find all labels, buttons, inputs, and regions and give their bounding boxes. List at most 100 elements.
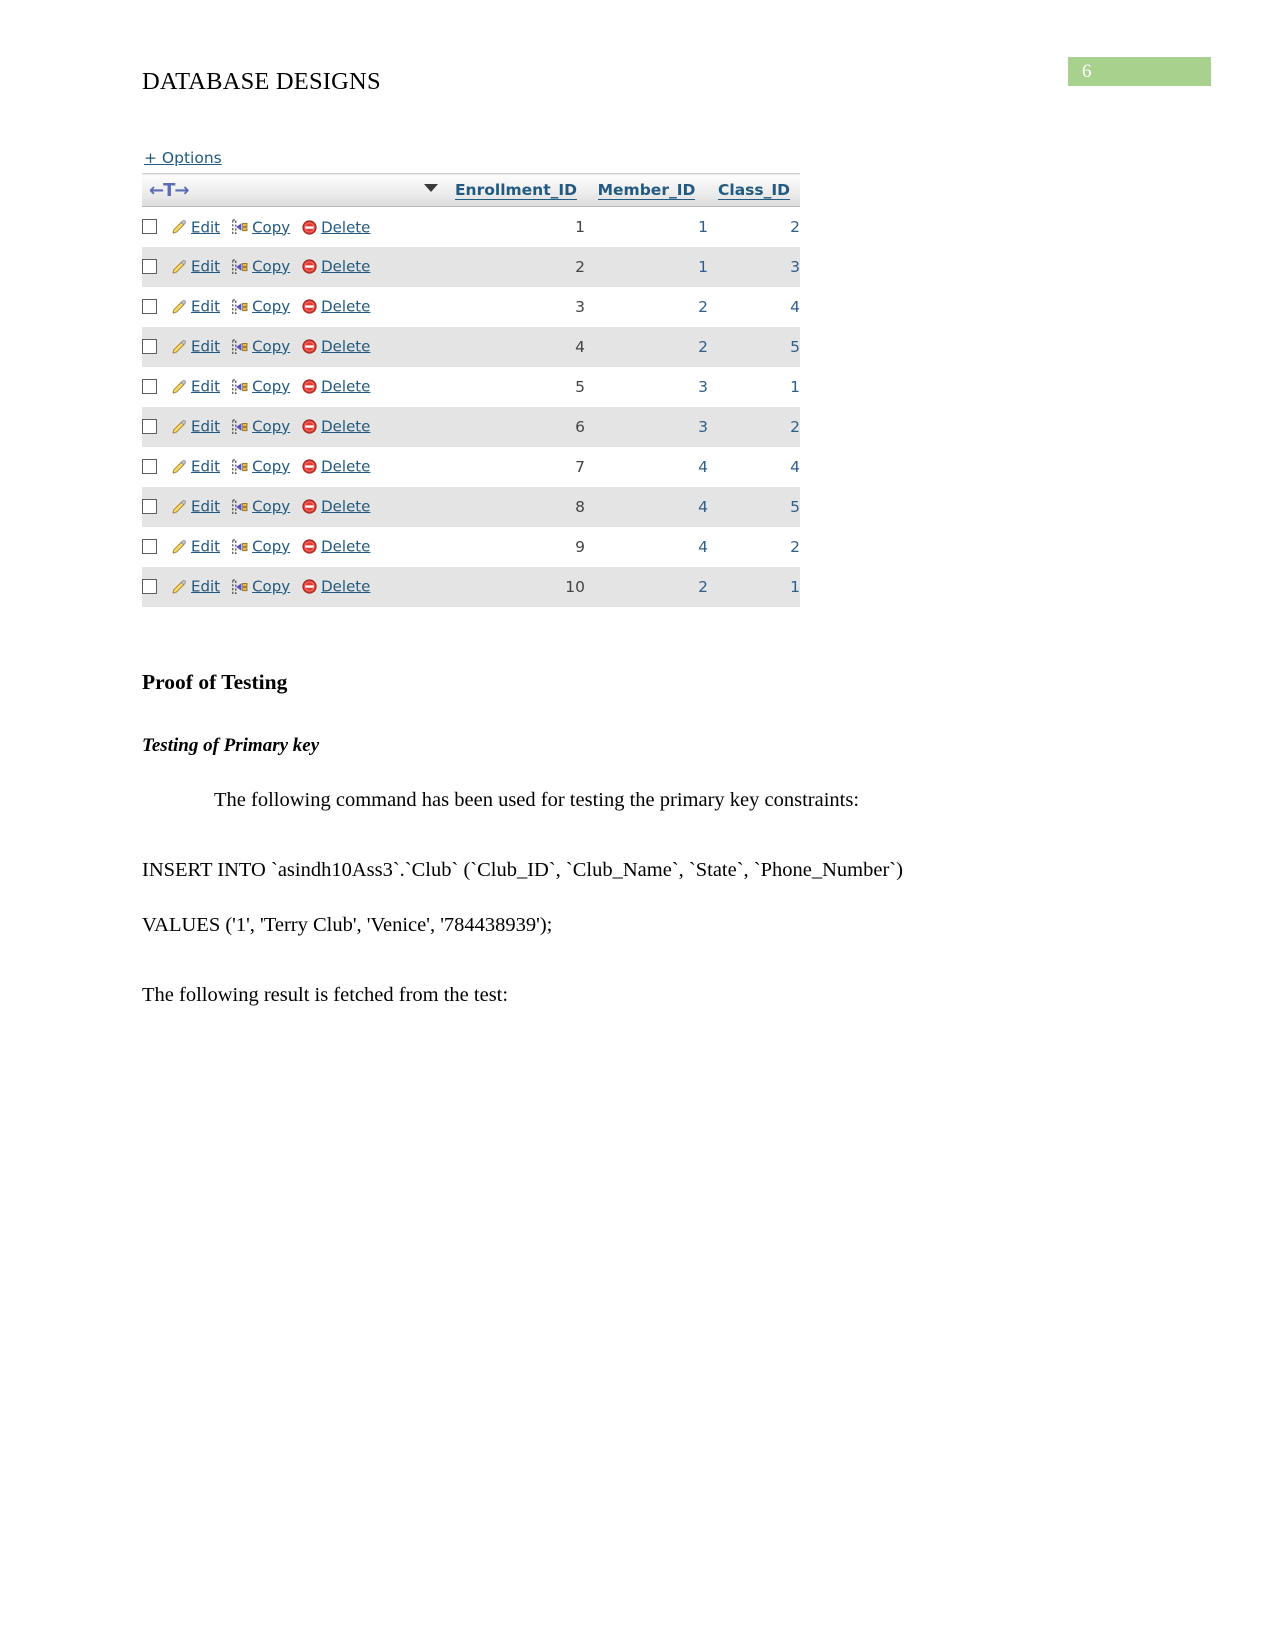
- table-row: Edit Copy Delete 4 2 5: [142, 326, 800, 367]
- delete-row-link[interactable]: Delete: [302, 457, 370, 476]
- cell-class-id: 4: [790, 297, 800, 316]
- delete-row-link[interactable]: Delete: [302, 257, 370, 276]
- document-title: DATABASE DESIGNS: [142, 68, 381, 95]
- intro-paragraph-wrap: The following command has been used for …: [142, 789, 1132, 813]
- delete-row-link[interactable]: Delete: [302, 577, 370, 596]
- page-number-badge: 6: [1068, 57, 1211, 86]
- copy-icon: [232, 459, 248, 475]
- delete-row-link[interactable]: Delete: [302, 218, 370, 236]
- edit-row-link[interactable]: Edit: [171, 497, 220, 516]
- delete-icon: [302, 339, 317, 354]
- edit-row-link[interactable]: Edit: [171, 417, 220, 436]
- column-header-class-id[interactable]: Class_ID: [708, 173, 800, 207]
- row-actions-cell: Edit Copy Delete: [142, 447, 447, 487]
- edit-row-link[interactable]: Edit: [171, 577, 220, 596]
- cell-class-id: 1: [790, 577, 800, 596]
- copy-row-link[interactable]: Copy: [232, 497, 290, 516]
- section-heading-wrap: Proof of Testing: [142, 670, 1132, 695]
- row-select-checkbox[interactable]: [142, 379, 157, 395]
- delete-icon: [302, 419, 317, 434]
- cell-enrollment-id: 4: [575, 337, 585, 356]
- row-select-checkbox[interactable]: [142, 499, 157, 515]
- row-select-checkbox[interactable]: [142, 459, 157, 475]
- copy-row-link[interactable]: Copy: [232, 297, 290, 316]
- enrollment-results-table: ←T→ Enrollment_ID Member_ID Class_ID Edi…: [142, 173, 800, 607]
- copy-icon: [232, 579, 248, 595]
- row-actions-cell: Edit Copy Delete: [142, 247, 447, 287]
- copy-icon: [232, 339, 248, 355]
- row-actions-cell: Edit Copy Delete: [142, 407, 447, 447]
- copy-row-link[interactable]: Copy: [232, 257, 290, 276]
- table-row: Edit Copy Delete 8 4 5: [142, 486, 800, 527]
- copy-row-link[interactable]: Copy: [232, 417, 290, 436]
- sort-order-control[interactable]: ←T→: [142, 182, 189, 200]
- table-row: Edit Copy Delete 10 2 1: [142, 566, 800, 607]
- cell-member-id: 4: [698, 497, 708, 516]
- cell-member-id: 2: [698, 337, 708, 356]
- row-select-checkbox[interactable]: [142, 579, 157, 595]
- cell-class-id: 5: [790, 497, 800, 516]
- row-select-checkbox[interactable]: [142, 299, 157, 315]
- row-select-checkbox[interactable]: [142, 259, 157, 275]
- copy-icon: [232, 299, 248, 315]
- edit-row-link[interactable]: Edit: [171, 457, 220, 476]
- edit-row-link[interactable]: Edit: [171, 337, 220, 356]
- copy-icon: [232, 219, 248, 235]
- pencil-icon: [171, 579, 187, 595]
- delete-icon: [302, 539, 317, 554]
- copy-row-link[interactable]: Copy: [232, 537, 290, 556]
- copy-icon: [232, 379, 248, 395]
- pencil-icon: [171, 339, 187, 355]
- row-select-checkbox[interactable]: [142, 539, 157, 555]
- row-actions-cell: Edit Copy Delete: [142, 327, 447, 367]
- cell-enrollment-id: 6: [575, 417, 585, 436]
- cell-member-id: 3: [698, 417, 708, 436]
- delete-icon: [302, 579, 317, 594]
- cell-class-id: 3: [790, 257, 800, 276]
- cell-class-id: 2: [790, 217, 800, 236]
- delete-icon: [302, 259, 317, 274]
- row-select-checkbox[interactable]: [142, 339, 157, 355]
- edit-row-link[interactable]: Edit: [171, 257, 220, 276]
- delete-row-link[interactable]: Delete: [302, 297, 370, 316]
- delete-row-link[interactable]: Delete: [302, 497, 370, 516]
- copy-row-link[interactable]: Copy: [232, 218, 290, 236]
- delete-row-link[interactable]: Delete: [302, 417, 370, 436]
- cell-enrollment-id: 7: [575, 457, 585, 476]
- page-header: DATABASE DESIGNS 6: [0, 0, 1275, 120]
- cell-enrollment-id: 9: [575, 537, 585, 556]
- delete-row-link[interactable]: Delete: [302, 337, 370, 356]
- edit-row-link[interactable]: Edit: [171, 377, 220, 396]
- copy-row-link[interactable]: Copy: [232, 337, 290, 356]
- options-toggle-link[interactable]: + Options: [142, 148, 222, 168]
- copy-row-link[interactable]: Copy: [232, 577, 290, 596]
- page-title: Proof of Testing: [142, 670, 288, 694]
- row-select-checkbox[interactable]: [142, 219, 157, 235]
- copy-row-link[interactable]: Copy: [232, 377, 290, 396]
- delete-row-link[interactable]: Delete: [302, 377, 370, 396]
- edit-row-link[interactable]: Edit: [171, 297, 220, 316]
- cell-enrollment-id: 2: [575, 257, 585, 276]
- column-header-member-id[interactable]: Member_ID: [585, 173, 708, 207]
- table-row: Edit Copy Delete 1 1 2: [142, 206, 800, 247]
- sql-statement-line-2: VALUES ('1', 'Terry Club', 'Venice', '78…: [142, 914, 553, 936]
- cell-member-id: 3: [698, 377, 708, 396]
- chevron-down-icon[interactable]: [424, 184, 438, 192]
- intro-paragraph: The following command has been used for …: [214, 789, 860, 811]
- pencil-icon: [171, 259, 187, 275]
- row-actions-cell: Edit Copy Delete: [142, 487, 447, 527]
- sql-statement-line-1: INSERT INTO `asindh10Ass3`.`Club` (`Club…: [142, 859, 903, 881]
- row-select-checkbox[interactable]: [142, 419, 157, 435]
- delete-row-link[interactable]: Delete: [302, 537, 370, 556]
- delete-icon: [302, 459, 317, 474]
- edit-row-link[interactable]: Edit: [171, 537, 220, 556]
- phpmyadmin-result-block: + Options ←T→ Enrollment_ID Member_ID Cl…: [142, 148, 802, 607]
- copy-row-link[interactable]: Copy: [232, 457, 290, 476]
- pencil-icon: [171, 499, 187, 515]
- column-header-enrollment-id[interactable]: Enrollment_ID: [447, 173, 585, 207]
- cell-enrollment-id: 8: [575, 497, 585, 516]
- table-row: Edit Copy Delete 2 1 3: [142, 246, 800, 287]
- copy-icon: [232, 419, 248, 435]
- edit-row-link[interactable]: Edit: [171, 218, 220, 236]
- delete-icon: [302, 220, 317, 235]
